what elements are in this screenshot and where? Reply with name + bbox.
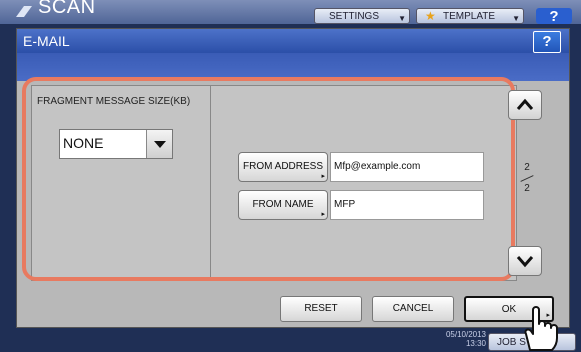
from-address-field[interactable]: Mfp@example.com [330,152,484,182]
scan-icon [16,6,32,17]
chevron-down-icon: ▼ [398,14,406,23]
from-name-label: FROM NAME [252,199,314,210]
from-name-field[interactable]: MFP [330,190,484,220]
cancel-button[interactable]: CANCEL [372,296,454,322]
fragment-size-label: FRAGMENT MESSAGE SIZE(KB) [37,96,191,107]
page-indicator: 2 2 [512,162,542,195]
dropdown-arrow-icon[interactable] [146,130,172,158]
corner-arrow-icon: ▸ [321,173,325,180]
settings-button[interactable]: SETTINGS ▼ [314,8,410,24]
email-dialog: E-MAIL ? FRAGMENT MESSAGE SIZE(KB) NONE … [16,28,570,328]
date-time: 05/10/2013 13:30 [430,330,486,348]
settings-label: SETTINGS [329,10,380,22]
scroll-down-button[interactable] [508,246,542,276]
star-icon: ★ [425,9,436,23]
dialog-header-band [17,53,569,81]
dialog-help-button[interactable]: ? [533,31,561,53]
fragment-size-value: NONE [63,135,104,151]
scroll-up-button[interactable] [508,90,542,120]
page-current: 2 [524,162,530,173]
time-text: 13:30 [465,339,486,348]
pointing-hand-icon [524,306,558,351]
ok-label: OK [501,304,517,315]
from-name-button[interactable]: FROM NAME ▸ [238,190,328,220]
cancel-label: CANCEL [392,303,434,314]
fragment-size-select[interactable]: NONE [59,129,173,159]
from-address-label: FROM ADDRESS [242,161,323,172]
date-text: 05/10/2013 [445,330,486,339]
reset-label: RESET [304,303,338,314]
chevron-down-icon [516,256,534,268]
page-total: 2 [524,183,530,194]
corner-arrow-icon: ▸ [321,211,325,218]
background-title: SCAN [38,0,96,18]
panel-divider [210,86,211,280]
template-button[interactable]: ★ TEMPLATE ▼ [416,8,524,24]
settings-panel: FRAGMENT MESSAGE SIZE(KB) NONE FROM ADDR… [31,85,517,281]
from-address-button[interactable]: FROM ADDRESS ▸ [238,152,328,182]
dialog-title-bar: E-MAIL [17,29,569,53]
page-separator [520,175,534,182]
chevron-up-icon [516,98,534,110]
template-label: TEMPLATE [443,10,496,22]
dialog-title: E-MAIL [23,33,70,49]
background-help-button[interactable]: ? [536,8,572,25]
chevron-down-icon: ▼ [512,14,520,23]
reset-button[interactable]: RESET [280,296,362,322]
